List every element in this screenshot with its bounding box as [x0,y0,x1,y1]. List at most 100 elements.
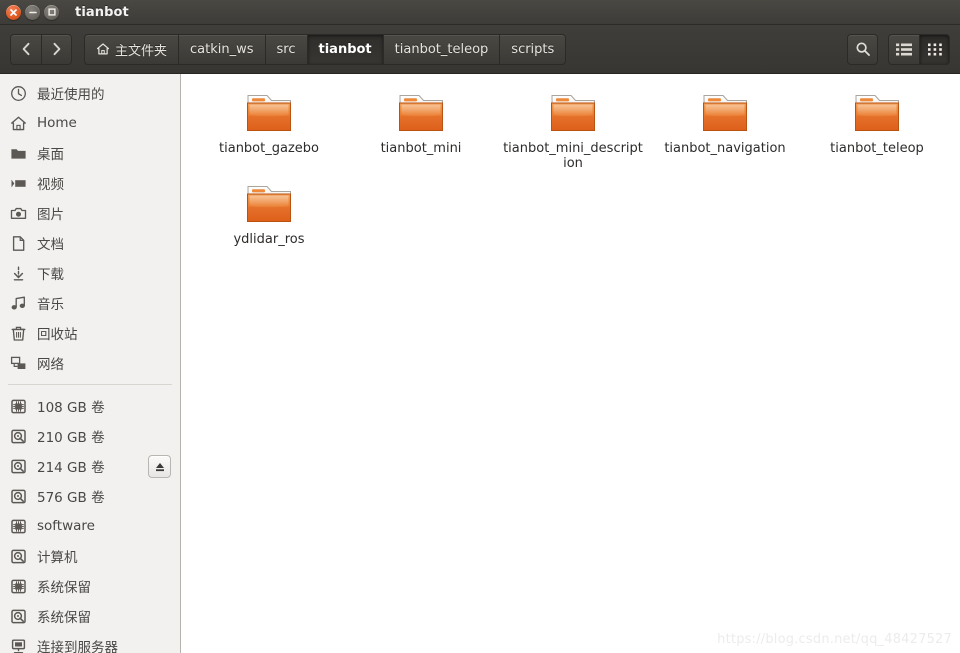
harddisk-icon [9,607,27,625]
breadcrumb-label: tianbot_teleop [394,41,489,57]
file-item[interactable]: tianbot_mini [345,88,497,177]
sidebar-item-item18[interactable]: 连接到服务器 [0,631,180,653]
folder-icon [10,148,26,159]
sidebar-item-label: 文档 [37,237,64,253]
toolbar-right-controls [847,33,950,65]
file-list-area[interactable]: tianbot_gazebo tianbot_mini tianbot_mini… [181,74,960,653]
sidebar: 最近使用的 Home 桌面 视频 图片 文档 下载 音乐 回收站 网络 108 … [0,74,181,653]
view-mode-toggle-group [888,33,950,65]
trash-icon [9,324,27,342]
minimize-icon [28,11,37,13]
file-item[interactable]: tianbot_mini_description [497,88,649,177]
chevron-left-icon [22,42,29,56]
clock-icon [9,84,27,102]
file-name-label: tianbot_mini_description [503,141,643,171]
sidebar-item-item5[interactable]: 文档 [0,228,180,258]
file-name-label: tianbot_navigation [664,141,786,156]
file-name-label: tianbot_teleop [830,141,924,156]
sidebar-item-Home[interactable]: Home [0,108,180,138]
sidebar-divider [8,384,172,385]
breadcrumb-item-n0[interactable]: 主文件夹 [84,33,179,65]
sidebar-item-214GB[interactable]: 214 GB 卷 [0,451,180,481]
maximize-button[interactable] [44,4,59,20]
sidebar-item-108GB[interactable]: 108 GB 卷 [0,391,180,421]
network-icon [10,356,25,369]
breadcrumb-label: scripts [511,41,555,57]
sidebar-item-item0[interactable]: 最近使用的 [0,78,180,108]
breadcrumb-item-catkin_ws[interactable]: catkin_ws [178,33,265,65]
file-grid: tianbot_gazebo tianbot_mini tianbot_mini… [181,74,960,255]
sidebar-item-item16[interactable]: 系统保留 [0,571,180,601]
sidebar-item-item3[interactable]: 视频 [0,168,180,198]
breadcrumb-label: 主文件夹 [115,43,168,59]
harddisk-icon [9,457,27,475]
ssd-icon [9,517,27,535]
sidebar-item-item8[interactable]: 回收站 [0,318,180,348]
breadcrumb-item-tianbot[interactable]: tianbot [306,33,383,65]
eject-button[interactable] [148,455,171,478]
sidebar-item-label: software [37,518,95,534]
file-name-label: tianbot_mini [380,141,462,156]
file-item[interactable]: ydlidar_ros [193,179,345,253]
sidebar-item-210GB[interactable]: 210 GB 卷 [0,421,180,451]
download-icon [9,264,27,282]
back-button[interactable] [10,33,41,65]
sidebar-item-label: 回收站 [37,327,78,343]
file-item[interactable]: tianbot_gazebo [193,88,345,177]
harddisk-icon [10,429,26,443]
file-item[interactable]: tianbot_teleop [801,88,953,177]
grid-view-button[interactable] [919,33,950,65]
chevron-right-icon [53,42,61,56]
server-icon [11,638,25,653]
breadcrumb-item-tianbot_teleop[interactable]: tianbot_teleop [382,33,500,65]
breadcrumb-item-scripts[interactable]: scripts [499,33,567,65]
harddisk-icon [9,427,27,445]
sidebar-item-label: 音乐 [37,297,64,313]
sidebar-item-item6[interactable]: 下载 [0,258,180,288]
trash-icon [11,326,25,341]
folder-icon [399,95,443,131]
sidebar-item-item7[interactable]: 音乐 [0,288,180,318]
breadcrumb-label: src [276,41,296,57]
file-manager-window: tianbot 主文件夹 catkin_ws src tianbot tianb… [0,0,960,653]
list-view-button[interactable] [888,33,919,65]
folder-icon [9,144,27,162]
folder-icon-wrap [243,92,295,135]
breadcrumb-label: tianbot [318,41,372,57]
window-body: 最近使用的 Home 桌面 视频 图片 文档 下载 音乐 回收站 网络 108 … [0,74,960,653]
folder-icon-wrap [699,92,751,135]
folder-icon [551,95,595,131]
sidebar-item-label: 视频 [37,177,64,193]
breadcrumb-label: catkin_ws [190,41,254,57]
camera-icon [10,207,26,219]
close-button[interactable] [6,4,21,20]
folder-icon [247,95,291,131]
window-title: tianbot [75,4,129,20]
minimize-button[interactable] [25,4,40,20]
watermark: https://blog.csdn.net/qq_48427527 [717,632,952,647]
search-button[interactable] [847,33,878,65]
folder-icon [855,95,899,131]
breadcrumb-item-src[interactable]: src [264,33,307,65]
sidebar-item-item9[interactable]: 网络 [0,348,180,378]
download-icon [13,266,23,280]
file-item[interactable]: tianbot_navigation [649,88,801,177]
folder-icon [703,95,747,131]
harddisk-icon [10,489,26,503]
sidebar-item-576GB[interactable]: 576 GB 卷 [0,481,180,511]
forward-button[interactable] [41,33,72,65]
sidebar-item-item17[interactable]: 系统保留 [0,601,180,631]
clock-icon [10,85,26,101]
sidebar-item-item2[interactable]: 桌面 [0,138,180,168]
sidebar-item-item4[interactable]: 图片 [0,198,180,228]
list-view-icon [896,43,912,55]
folder-icon-wrap [395,92,447,135]
sidebar-item-label: 576 GB 卷 [37,490,105,506]
sidebar-item-software[interactable]: software [0,511,180,541]
sidebar-item-item15[interactable]: 计算机 [0,541,180,571]
sidebar-item-label: 系统保留 [37,610,91,626]
sidebar-item-label: 最近使用的 [37,87,105,103]
sidebar-item-label: 下载 [37,267,64,283]
ssd-icon [10,579,26,593]
sidebar-item-label: 网络 [37,357,64,373]
